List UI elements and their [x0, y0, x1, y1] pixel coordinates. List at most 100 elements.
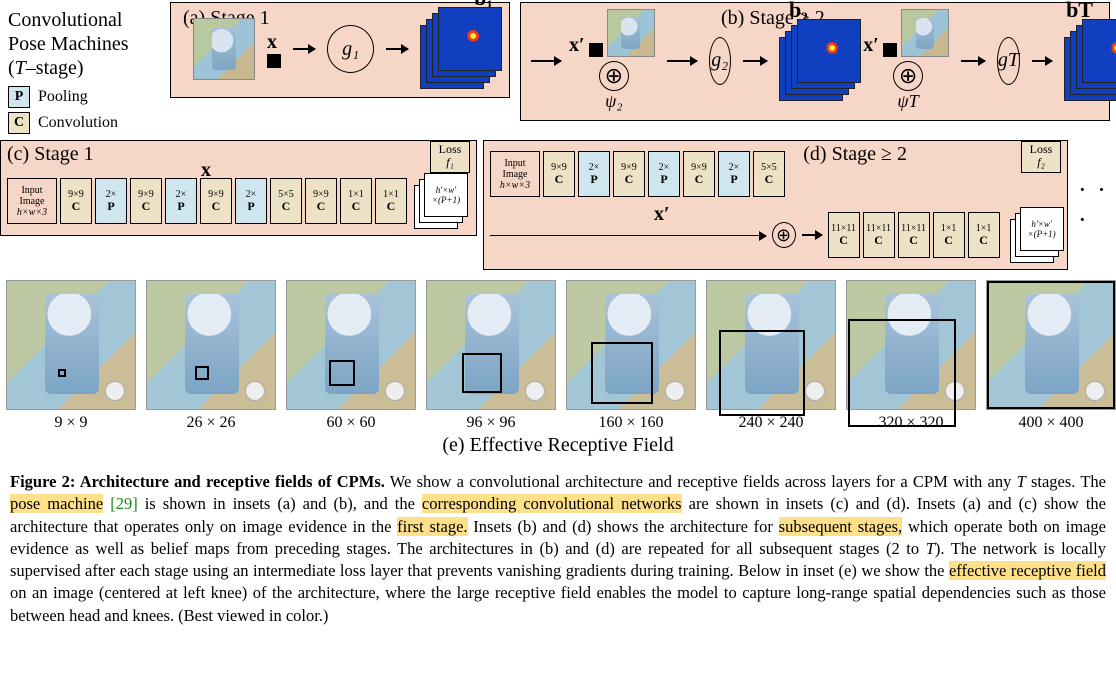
xprime-symbol-2: x′	[863, 34, 879, 57]
rf-image	[566, 280, 696, 410]
rf-title: (e) Effective Receptive Field	[0, 434, 1116, 457]
figure-caption: Figure 2: Architecture and receptive fie…	[0, 457, 1116, 635]
merge-plus-2: ⊕	[893, 61, 923, 91]
conv-layer: 9×9C	[60, 178, 92, 224]
caption-text: is shown in insets (a) and (b), and the	[138, 494, 422, 513]
belief-map-b1: b₁	[420, 9, 499, 89]
conv-layer: 9×9C	[543, 151, 575, 197]
rf-box	[329, 360, 355, 386]
panel-stage-ge2: (b) Stage ≥ 2 x′ ⊕ ψ₂ g₂ b₂ · · ·	[520, 2, 1110, 121]
gT-node: gT	[997, 37, 1020, 85]
rf-image	[6, 280, 136, 410]
rf-cell: 96 × 96	[426, 280, 556, 432]
rf-image	[986, 280, 1116, 410]
legend-key-p: P	[8, 86, 30, 108]
caption-text: stages. The	[1026, 472, 1106, 491]
xprime-brace-label: x′	[654, 203, 670, 226]
rf-cell: 240 × 240	[706, 280, 836, 432]
rf-caption: 26 × 26	[146, 414, 276, 432]
conv-layer: 11×11C	[828, 212, 860, 258]
pool-layer: 2×P	[718, 151, 750, 197]
feature-dot	[267, 54, 281, 68]
label-c: (c) Stage 1	[7, 143, 94, 166]
xprime-symbol: x′	[569, 34, 585, 57]
rf-box	[848, 319, 956, 427]
conv-layer: 9×9C	[305, 178, 337, 224]
loss-box-1: Loss f₁	[430, 141, 470, 173]
rf-caption: 400 × 400	[986, 414, 1116, 432]
rf-box	[462, 353, 502, 393]
feature-dot	[883, 43, 897, 57]
rf-image	[846, 280, 976, 410]
conv-layer: 9×9C	[683, 151, 715, 197]
input-label: Input Image	[8, 185, 56, 207]
x-symbol: x	[267, 31, 277, 54]
caption-lead: Figure 2: Architecture and receptive fie…	[10, 472, 385, 491]
input-thumb-t	[901, 9, 949, 57]
rf-caption: 9 × 9	[6, 414, 136, 432]
g2-node: g₂	[709, 37, 731, 85]
input-label: Input Image	[491, 158, 539, 180]
input-box-d: Input Image h×w×3	[490, 151, 540, 197]
caption-highlight: first stage.	[397, 517, 467, 536]
merge-plus-d: ⊕	[772, 222, 796, 248]
input-thumb-a	[193, 18, 255, 80]
caption-T: T	[926, 539, 935, 558]
input-dim: h×w×3	[500, 180, 530, 191]
rf-caption: 160 × 160	[566, 414, 696, 432]
feature-dot	[589, 43, 603, 57]
long-arrow	[490, 235, 766, 236]
caption-T: T	[1017, 472, 1026, 491]
rf-image	[286, 280, 416, 410]
pool-layer: 2×P	[165, 178, 197, 224]
rf-caption: 240 × 240	[706, 414, 836, 432]
rf-box	[719, 330, 805, 416]
pool-layer: 2×P	[578, 151, 610, 197]
arrow-icon	[743, 60, 767, 62]
pool-layer: 2×P	[95, 178, 127, 224]
input-dim: h×w×3	[17, 207, 47, 218]
output-stack-c: h′×w′ ×(P+1)	[414, 173, 470, 229]
caption-text: on an image (centered at left knee) of t…	[10, 583, 1106, 624]
legend-title-2: Pose Machines	[8, 32, 164, 56]
panel-c: (c) Stage 1 Loss f₁ x Input Image h×w×3 …	[0, 140, 477, 236]
arrow-icon	[1032, 60, 1052, 62]
rf-box	[195, 366, 209, 380]
legend-label-pooling: Pooling	[38, 87, 88, 106]
conv-layer: 9×9C	[130, 178, 162, 224]
caption-highlight: subsequent stages,	[779, 517, 903, 536]
rf-box	[987, 281, 1115, 409]
pool-layer: 2×P	[648, 151, 680, 197]
rf-cell: 320 × 320	[846, 280, 976, 432]
legend: Convolutional Pose Machines (T–stage) P …	[0, 0, 170, 134]
conv-layer: 9×9C	[613, 151, 645, 197]
caption-highlight: pose machine	[10, 494, 103, 513]
conv-layer: 9×9C	[200, 178, 232, 224]
rf-box	[58, 369, 66, 377]
conv-layer: 1×1C	[933, 212, 965, 258]
legend-label-convolution: Convolution	[38, 113, 118, 132]
arrow-icon	[386, 48, 408, 50]
conv-layer: 11×11C	[898, 212, 930, 258]
top-row: Convolutional Pose Machines (T–stage) P …	[0, 0, 1116, 134]
belief-map-bT: bT	[1064, 21, 1099, 101]
conv-layer: 1×1C	[340, 178, 372, 224]
rf-cell: 400 × 400	[986, 280, 1116, 432]
rf-image	[426, 280, 556, 410]
caption-highlight: effective receptive field	[949, 561, 1106, 580]
output-dim: h′×w′ ×(P+1)	[1020, 207, 1064, 251]
psi2-symbol: ψ₂	[605, 91, 622, 112]
arrow-icon	[293, 48, 315, 50]
rf-cell: 26 × 26	[146, 280, 276, 432]
panel-stage-1: (a) Stage 1 x g₁ b₁	[170, 2, 510, 98]
caption-highlight: corresponding convolutional networks	[422, 494, 682, 513]
rf-cell: 9 × 9	[6, 280, 136, 432]
rf-cell: 60 × 60	[286, 280, 416, 432]
pool-layer: 2×P	[235, 178, 267, 224]
output-stack-d: h′×w′ ×(P+1)	[1010, 207, 1061, 263]
psiT-symbol: ψT	[897, 91, 918, 112]
belief-map-b2: b₂	[779, 21, 814, 101]
rf-caption: 96 × 96	[426, 414, 556, 432]
input-box-c: Input Image h×w×3	[7, 178, 57, 224]
legend-key-c: C	[8, 112, 30, 134]
